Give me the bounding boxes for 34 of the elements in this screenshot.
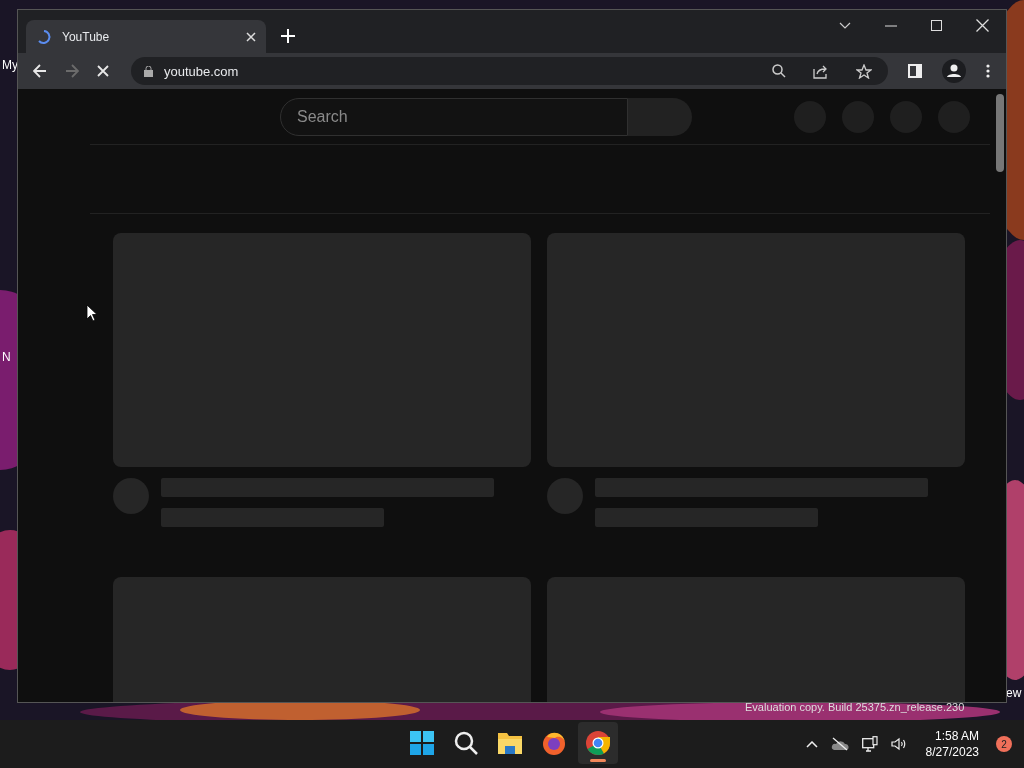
network-icon[interactable]: [861, 736, 878, 752]
more-options-icon[interactable]: [986, 64, 990, 78]
speaker-icon[interactable]: [890, 737, 907, 751]
share-icon[interactable]: [813, 63, 829, 79]
browser-tab[interactable]: YouTube: [26, 20, 266, 53]
stop-icon[interactable]: [97, 65, 109, 77]
scrollbar-thumb[interactable]: [996, 94, 1004, 172]
running-indicator: [590, 759, 606, 762]
close-icon[interactable]: [246, 31, 256, 42]
new-tab-icon[interactable]: [281, 29, 295, 43]
url-text: youtube.com: [164, 63, 239, 79]
chevron-up-icon[interactable]: [805, 740, 818, 748]
chrome-icon: [583, 728, 613, 758]
star-icon[interactable]: [856, 63, 872, 79]
search-field[interactable]: Search: [280, 97, 628, 136]
close-icon[interactable]: [976, 19, 989, 32]
clock-time[interactable]: 1:58 AM: [934, 728, 979, 744]
start-icon: [407, 728, 437, 758]
minimize-icon[interactable]: [885, 24, 897, 27]
search-icon[interactable]: [772, 64, 786, 78]
address-bar[interactable]: youtube.com: [131, 57, 888, 85]
side-panel-icon[interactable]: [908, 64, 922, 78]
lock-icon: [144, 65, 153, 77]
back-arrow-icon[interactable]: [33, 64, 47, 78]
maximize-icon[interactable]: [931, 20, 942, 31]
build-notice: Evaluation copy. Build 25375.zn_release.230: [745, 701, 965, 713]
chevron-down-icon[interactable]: [839, 21, 851, 30]
taskbar-button[interactable]: [578, 722, 618, 764]
profile-icon[interactable]: [942, 59, 966, 83]
cloud-off-icon[interactable]: [830, 737, 849, 751]
clock-date[interactable]: 8/27/2023: [925, 744, 979, 760]
tab-title: YouTube: [62, 29, 111, 44]
notification-count[interactable]: 2: [996, 736, 1012, 752]
mouse-pointer-icon: [86, 304, 98, 322]
